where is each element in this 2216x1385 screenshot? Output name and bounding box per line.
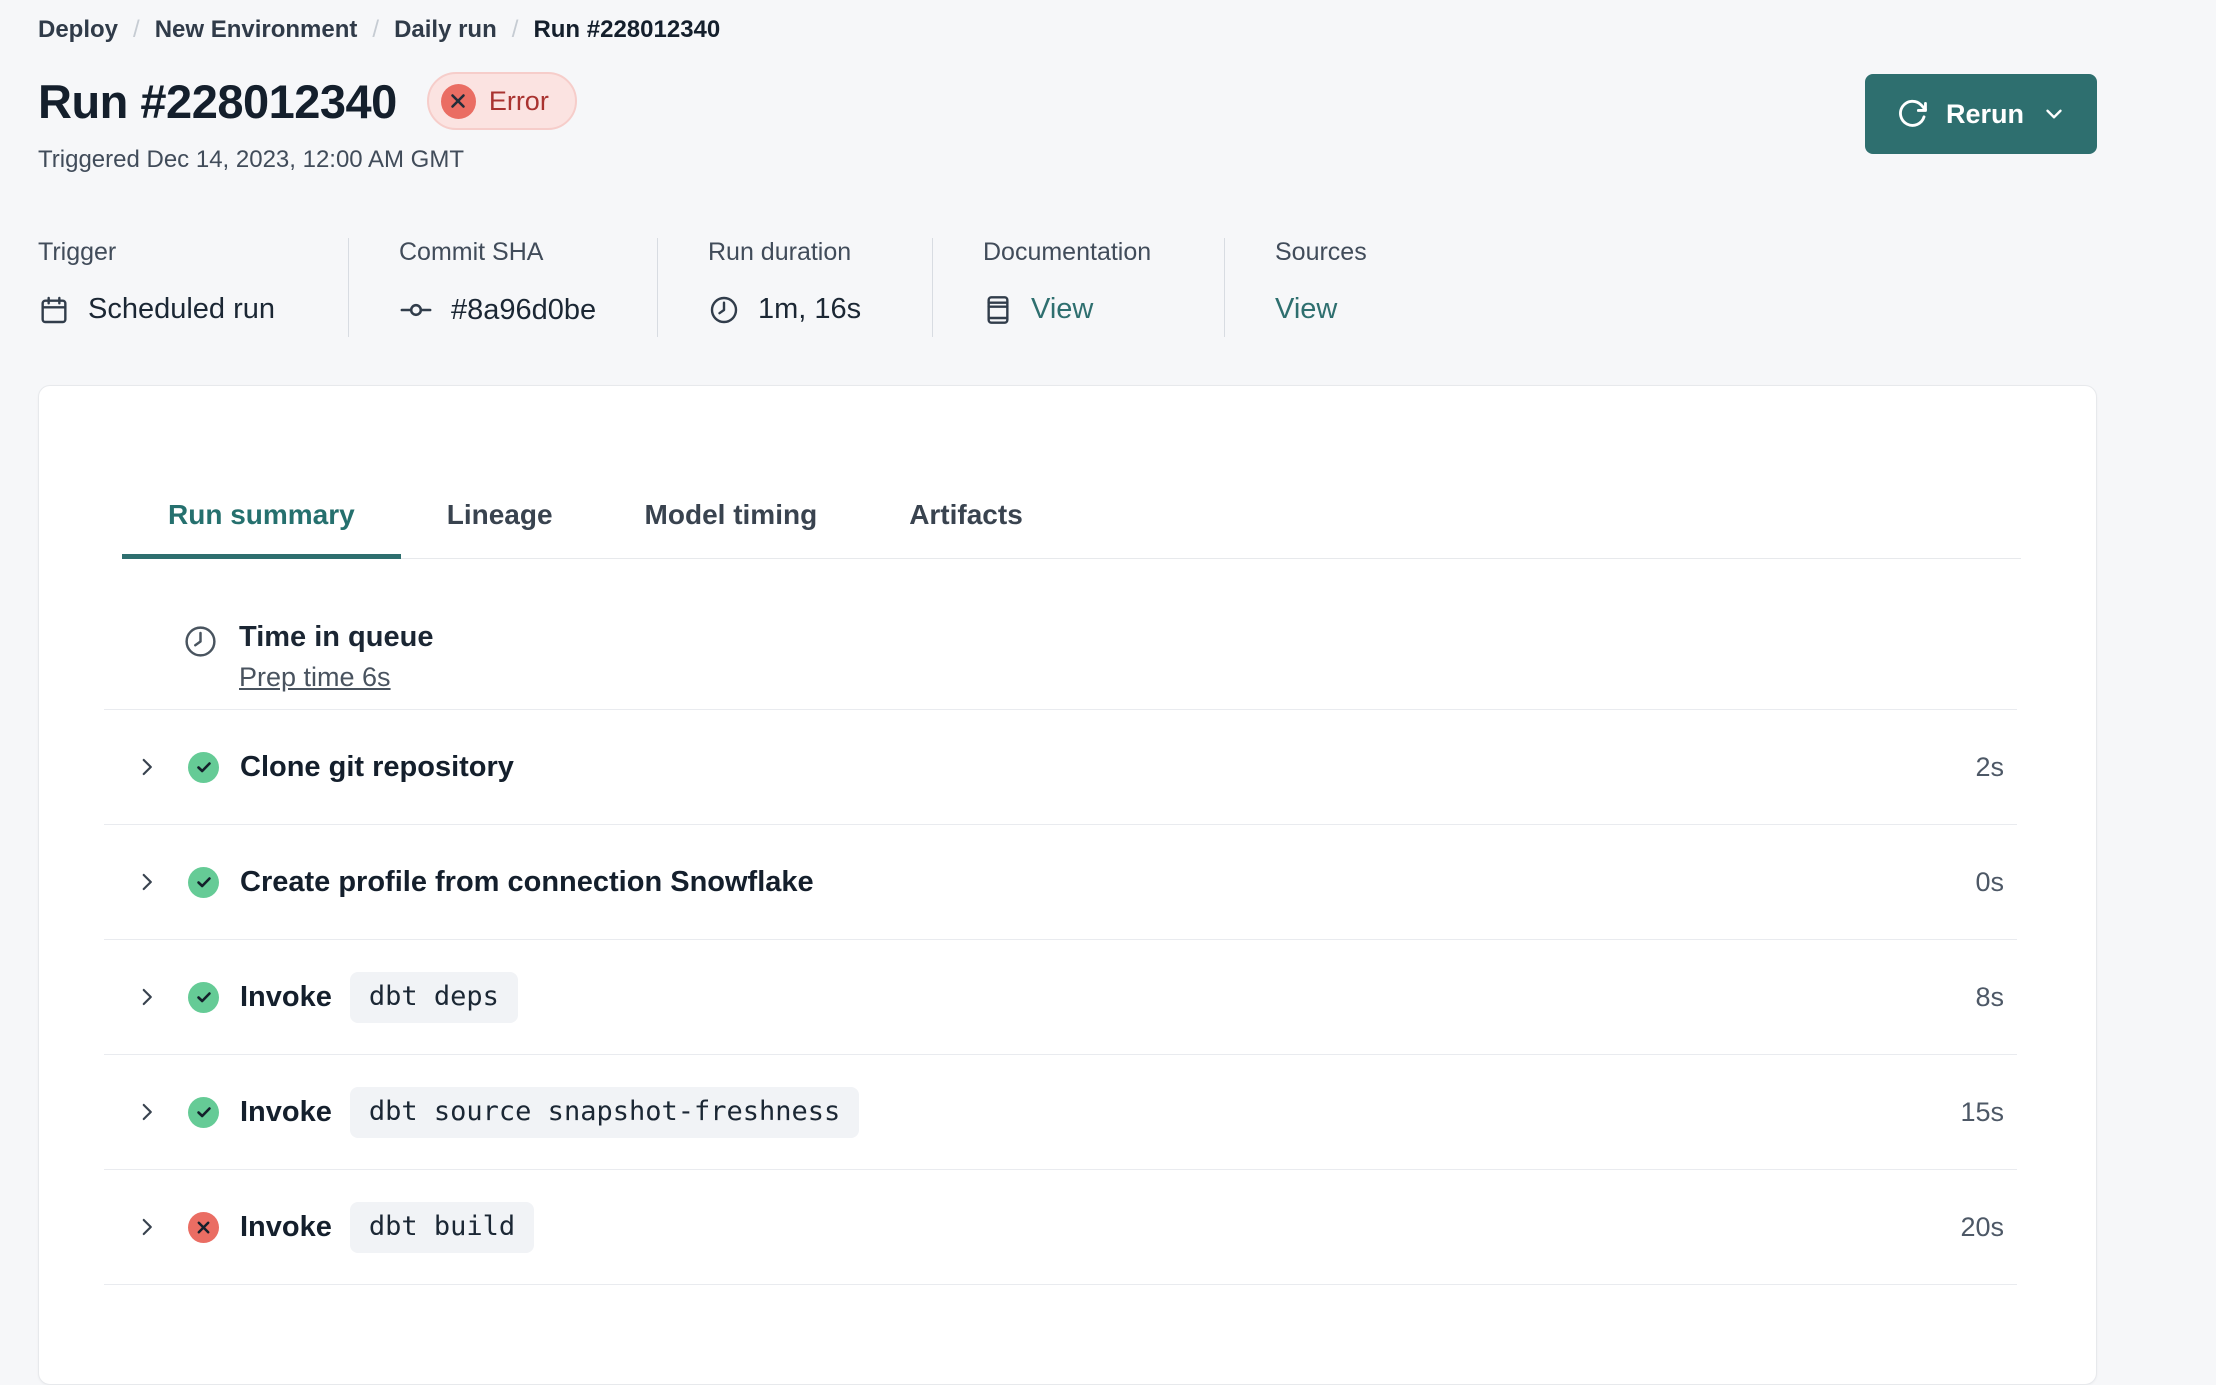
chevron-right-icon[interactable] — [134, 754, 160, 780]
breadcrumb-group: Daily run / — [394, 16, 518, 44]
step-command-chip: dbt source snapshot-freshness — [349, 1086, 860, 1138]
tab-model-timing[interactable]: Model timing — [599, 498, 864, 558]
error-x-icon — [440, 83, 476, 119]
meta-documentation: Documentation View — [933, 238, 1225, 337]
run-duration-value: 1m, 16s — [758, 293, 862, 325]
rerun-button[interactable]: Rerun — [1864, 74, 2097, 154]
success-check-icon — [188, 751, 219, 783]
breadcrumb-group: Deploy / — [38, 16, 140, 44]
meta-label: Sources — [1275, 238, 1367, 266]
clock-icon — [708, 294, 740, 326]
clock-icon — [182, 621, 219, 660]
step-row[interactable]: Invoke dbt build 20s — [104, 1170, 2017, 1285]
status-badge-label: Error — [488, 85, 549, 116]
success-check-icon — [188, 866, 219, 898]
tab-lineage[interactable]: Lineage — [401, 498, 599, 558]
step-command-chip: dbt deps — [349, 971, 518, 1023]
documentation-view-link[interactable]: View — [1031, 293, 1093, 326]
triggered-timestamp: Triggered Dec 14, 2023, 12:00 AM GMT — [38, 146, 464, 173]
meta-label: Documentation — [983, 238, 1152, 266]
breadcrumb-separator: / — [372, 16, 380, 43]
meta-label: Run duration — [708, 238, 852, 266]
rerun-button-label: Rerun — [1945, 98, 2024, 129]
title-wrap: Run #228012340 Error — [38, 72, 577, 130]
breadcrumb-separator: / — [133, 16, 140, 43]
chevron-right-icon[interactable] — [134, 869, 160, 895]
chevron-right-icon[interactable] — [134, 1214, 160, 1240]
step-row[interactable]: Clone git repository 2s — [104, 710, 2017, 825]
queue-texts: Time in queue Prep time 6s — [239, 621, 433, 693]
step-row[interactable]: Invoke dbt deps 8s — [104, 940, 2017, 1055]
run-summary-card: Run summary Lineage Model timing Artifac… — [38, 385, 2097, 1385]
status-badge: Error — [426, 72, 577, 130]
step-title: Invoke — [240, 1095, 332, 1128]
step-duration: 8s — [1975, 981, 2004, 1012]
page-header: Run #228012340 Error Triggered Dec 14, 2… — [38, 72, 2216, 174]
meta-sources: Sources View — [1225, 238, 1367, 337]
meta-label: Commit SHA — [399, 238, 544, 266]
calendar-icon — [38, 294, 70, 326]
breadcrumb-link[interactable]: Daily run — [394, 16, 497, 44]
error-x-icon — [188, 1211, 219, 1243]
header-left: Run #228012340 Error Triggered Dec 14, 2… — [38, 72, 577, 174]
step-row[interactable]: Create profile from connection Snowflake… — [104, 825, 2017, 940]
meta-commit-sha: Commit SHA #8a96d0be — [349, 238, 658, 337]
step-duration: 2s — [1975, 751, 2004, 782]
refresh-icon — [1895, 97, 1929, 131]
chevron-right-icon[interactable] — [134, 984, 160, 1010]
trigger-value: Scheduled run — [88, 293, 276, 325]
commit-icon — [399, 293, 433, 327]
tab-run-summary[interactable]: Run summary — [122, 498, 401, 559]
meta-trigger: Trigger Scheduled run — [38, 238, 349, 337]
step-title: Invoke — [240, 1210, 332, 1243]
time-in-queue-section: Time in queue Prep time 6s — [104, 559, 2017, 710]
step-duration: 20s — [1960, 1211, 2004, 1242]
breadcrumb-group: New Environment / — [155, 16, 379, 44]
meta-run-duration: Run duration 1m, 16s — [658, 238, 933, 337]
meta-label: Trigger — [38, 238, 117, 266]
breadcrumb-link[interactable]: New Environment — [155, 16, 358, 44]
step-list: Clone git repository 2s Create profile f… — [104, 710, 2017, 1285]
step-duration: 0s — [1975, 866, 2004, 897]
prep-time-link[interactable]: Prep time 6s — [239, 662, 391, 693]
queue-title: Time in queue — [239, 621, 434, 653]
run-meta-row: Trigger Scheduled run Commit SHA #8a96d0… — [38, 238, 2216, 337]
page-title: Run #228012340 — [38, 74, 397, 128]
success-check-icon — [188, 1096, 219, 1128]
chevron-down-icon — [2041, 101, 2067, 127]
sources-view-link[interactable]: View — [1275, 293, 1337, 326]
breadcrumb-current: Run #228012340 — [533, 16, 721, 43]
commit-sha-value: #8a96d0be — [451, 293, 597, 326]
breadcrumb-separator: / — [511, 16, 519, 43]
breadcrumb-link[interactable]: Deploy — [38, 16, 118, 44]
breadcrumb: Deploy / New Environment / Daily run / R… — [38, 16, 2216, 44]
success-check-icon — [188, 981, 219, 1013]
step-duration: 15s — [1960, 1096, 2004, 1127]
step-title: Invoke — [240, 980, 332, 1013]
docs-icon — [983, 294, 1013, 326]
tab-bar: Run summary Lineage Model timing Artifac… — [122, 498, 2021, 559]
step-command-chip: dbt build — [349, 1201, 535, 1253]
step-title: Create profile from connection Snowflake — [240, 865, 814, 898]
tab-artifacts[interactable]: Artifacts — [863, 498, 1069, 558]
step-row[interactable]: Invoke dbt source snapshot-freshness 15s — [104, 1055, 2017, 1170]
step-title: Clone git repository — [240, 750, 514, 783]
chevron-right-icon[interactable] — [134, 1099, 160, 1125]
